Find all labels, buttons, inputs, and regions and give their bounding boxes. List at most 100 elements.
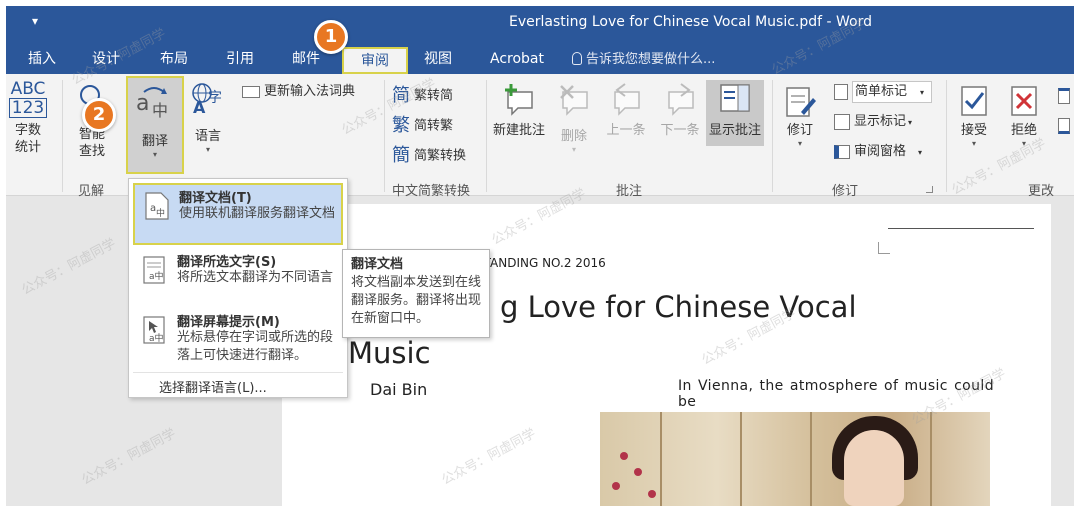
tab-references[interactable]: 引用 [218, 47, 262, 74]
translate-document-title: 翻译文档(T) [179, 191, 252, 206]
language-label: 语言 [194, 129, 221, 144]
simp-to-trad-icon: 繁 [392, 115, 410, 136]
traditional-to-simplified-button[interactable]: 简繁转简 [392, 84, 453, 108]
previous-change-button[interactable] [1058, 84, 1074, 108]
tab-acrobat[interactable]: Acrobat [484, 47, 550, 74]
new-comment-label: 新建批注 [492, 123, 545, 138]
chinese-conversion-button[interactable]: 簡简繁转换 [392, 144, 466, 168]
translate-screentip-desc: 光标悬停在字词或所选的段落上可快速进行翻译。 [177, 330, 334, 363]
svg-text:字: 字 [208, 90, 222, 106]
tab-design[interactable]: 设计 [84, 47, 128, 74]
doc-body-text: In Vienna, the atmosphere of music could… [678, 378, 994, 410]
menu-item-choose-language[interactable]: 选择翻译语言(L)... [159, 377, 267, 396]
conversion-icon: 簡 [392, 145, 410, 166]
reject-caret-icon: ▾ [1021, 139, 1026, 148]
translate-document-desc: 使用联机翻译服务翻译文档 [179, 206, 336, 221]
svg-text:中: 中 [156, 207, 165, 219]
language-icon: A 字 [192, 83, 222, 114]
show-comments-label: 显示批注 [708, 123, 761, 138]
dictionary-icon [242, 85, 260, 98]
menu-item-translate-document[interactable]: a 中 翻译文档(T) 使用联机翻译服务翻译文档 [133, 183, 343, 245]
group-separator [772, 80, 773, 192]
step-1-badge: 1 [314, 20, 348, 54]
doc-header-text: STANDING NO.2 2016 [476, 256, 606, 270]
next-comment-icon [668, 83, 694, 116]
tab-insert[interactable]: 插入 [20, 47, 64, 74]
conversion-label: 简繁转换 [414, 148, 467, 164]
track-changes-icon [786, 87, 816, 117]
svg-text:a: a [136, 91, 149, 116]
simplified-to-traditional-button[interactable]: 繁简转繁 [392, 114, 453, 138]
translate-screentip-title: 翻译屏幕提示(M) [177, 315, 280, 330]
translate-document-tooltip: 翻译文档 将文档副本发送到在线翻译服务。翻译将出现在新窗口中。 [342, 249, 490, 338]
smart-lookup-label-2: 查找 [78, 144, 105, 159]
word-count-button[interactable]: ABC 123 字数 统计 [8, 80, 48, 156]
track-changes-caret-icon: ▾ [797, 139, 802, 148]
translate-icon: a 中 [136, 87, 168, 120]
accept-icon [961, 86, 987, 116]
tab-review[interactable]: 审阅 [342, 47, 408, 74]
next-comment-button[interactable]: 下一条 [658, 82, 702, 139]
markup-display-select[interactable]: 简单标记 ▾ [834, 80, 932, 104]
simp-to-trad-label: 简转繁 [414, 118, 454, 134]
previous-change-icon [1058, 87, 1070, 104]
next-comment-label: 下一条 [660, 123, 700, 138]
reviewing-pane-label: 审阅窗格 [854, 144, 907, 159]
new-comment-button[interactable]: 新建批注 [492, 82, 546, 139]
translate-screentip-icon: a中 [143, 316, 165, 344]
reject-label: 拒绝 [1010, 123, 1037, 138]
menu-item-translate-selection[interactable]: a中 翻译所选文字(S) 将所选文本翻译为不同语言 [133, 249, 343, 309]
svg-text:A: A [193, 98, 206, 114]
translate-button[interactable]: a 中 翻译 ▾ [126, 76, 184, 174]
show-markup-caret-icon: ▾ [908, 118, 913, 127]
reviewing-pane-icon [834, 144, 850, 159]
previous-comment-button[interactable]: 上一条 [604, 82, 648, 139]
reviewing-pane-button[interactable]: 审阅窗格 ▾ [834, 140, 922, 164]
accept-label: 接受 [960, 123, 987, 138]
delete-comment-button[interactable]: 删除 ▾ [552, 82, 596, 155]
show-markup-label: 显示标记 [854, 114, 907, 129]
word-count-label-2: 统计 [14, 140, 41, 155]
abc-123-icon: ABC 123 [8, 79, 48, 118]
delete-comment-label: 删除 [560, 129, 587, 144]
trad-to-simp-icon: 简 [392, 85, 410, 106]
next-change-button[interactable] [1058, 114, 1074, 138]
chinese-conversion-group-label: 中文简繁转换 [392, 184, 471, 199]
show-comments-icon [720, 84, 750, 112]
tracking-dialog-launcher-icon[interactable] [926, 186, 933, 193]
reviewing-pane-caret-icon: ▾ [918, 148, 923, 157]
step-2-badge: 2 [82, 98, 116, 132]
title-bar: ▾ Everlasting Love for Chinese Vocal Mus… [6, 6, 1074, 74]
update-ime-dictionary-button[interactable]: 更新输入法词典 [242, 80, 355, 104]
next-change-icon [1058, 117, 1070, 134]
group-separator [62, 80, 63, 192]
delete-comment-icon [560, 85, 588, 116]
tab-view[interactable]: 视图 [416, 47, 460, 74]
tracking-group-label: 修订 [832, 184, 859, 199]
window-title: Everlasting Love for Chinese Vocal Music… [509, 14, 872, 30]
menu-item-translate-screentip[interactable]: a中 翻译屏幕提示(M) 光标悬停在字词或所选的段落上可快速进行翻译。 [133, 309, 343, 369]
markup-icon [834, 83, 848, 100]
show-markup-button[interactable]: 显示标记 ▾ [834, 110, 912, 134]
show-comments-button[interactable]: 显示批注 [706, 80, 764, 146]
track-changes-label: 修订 [786, 123, 813, 138]
new-comment-icon [505, 84, 533, 116]
tell-me-text: 告诉我您想要做什么... [586, 52, 716, 67]
language-button[interactable]: A 字 语言 ▾ [188, 82, 228, 155]
svg-text:a中: a中 [149, 270, 164, 282]
reject-button[interactable]: 拒绝 ▾ [1004, 84, 1044, 149]
accept-button[interactable]: 接受 ▾ [954, 84, 994, 149]
doc-author: Dai Bin [370, 380, 428, 399]
tab-layout[interactable]: 布局 [152, 47, 196, 74]
show-markup-icon [834, 113, 850, 130]
group-separator [486, 80, 487, 192]
track-changes-button[interactable]: 修订 ▾ [780, 84, 820, 149]
reject-icon [1011, 86, 1037, 116]
group-separator [946, 80, 947, 192]
insights-group-label: 见解 [78, 184, 105, 199]
doc-title-line-2: Music [348, 336, 431, 370]
translate-label: 翻译 [141, 134, 168, 149]
tell-me-search[interactable]: 告诉我您想要做什么... [572, 47, 715, 74]
margin-corner-mark [878, 242, 890, 254]
quick-access-dropdown-icon[interactable]: ▾ [32, 14, 38, 28]
